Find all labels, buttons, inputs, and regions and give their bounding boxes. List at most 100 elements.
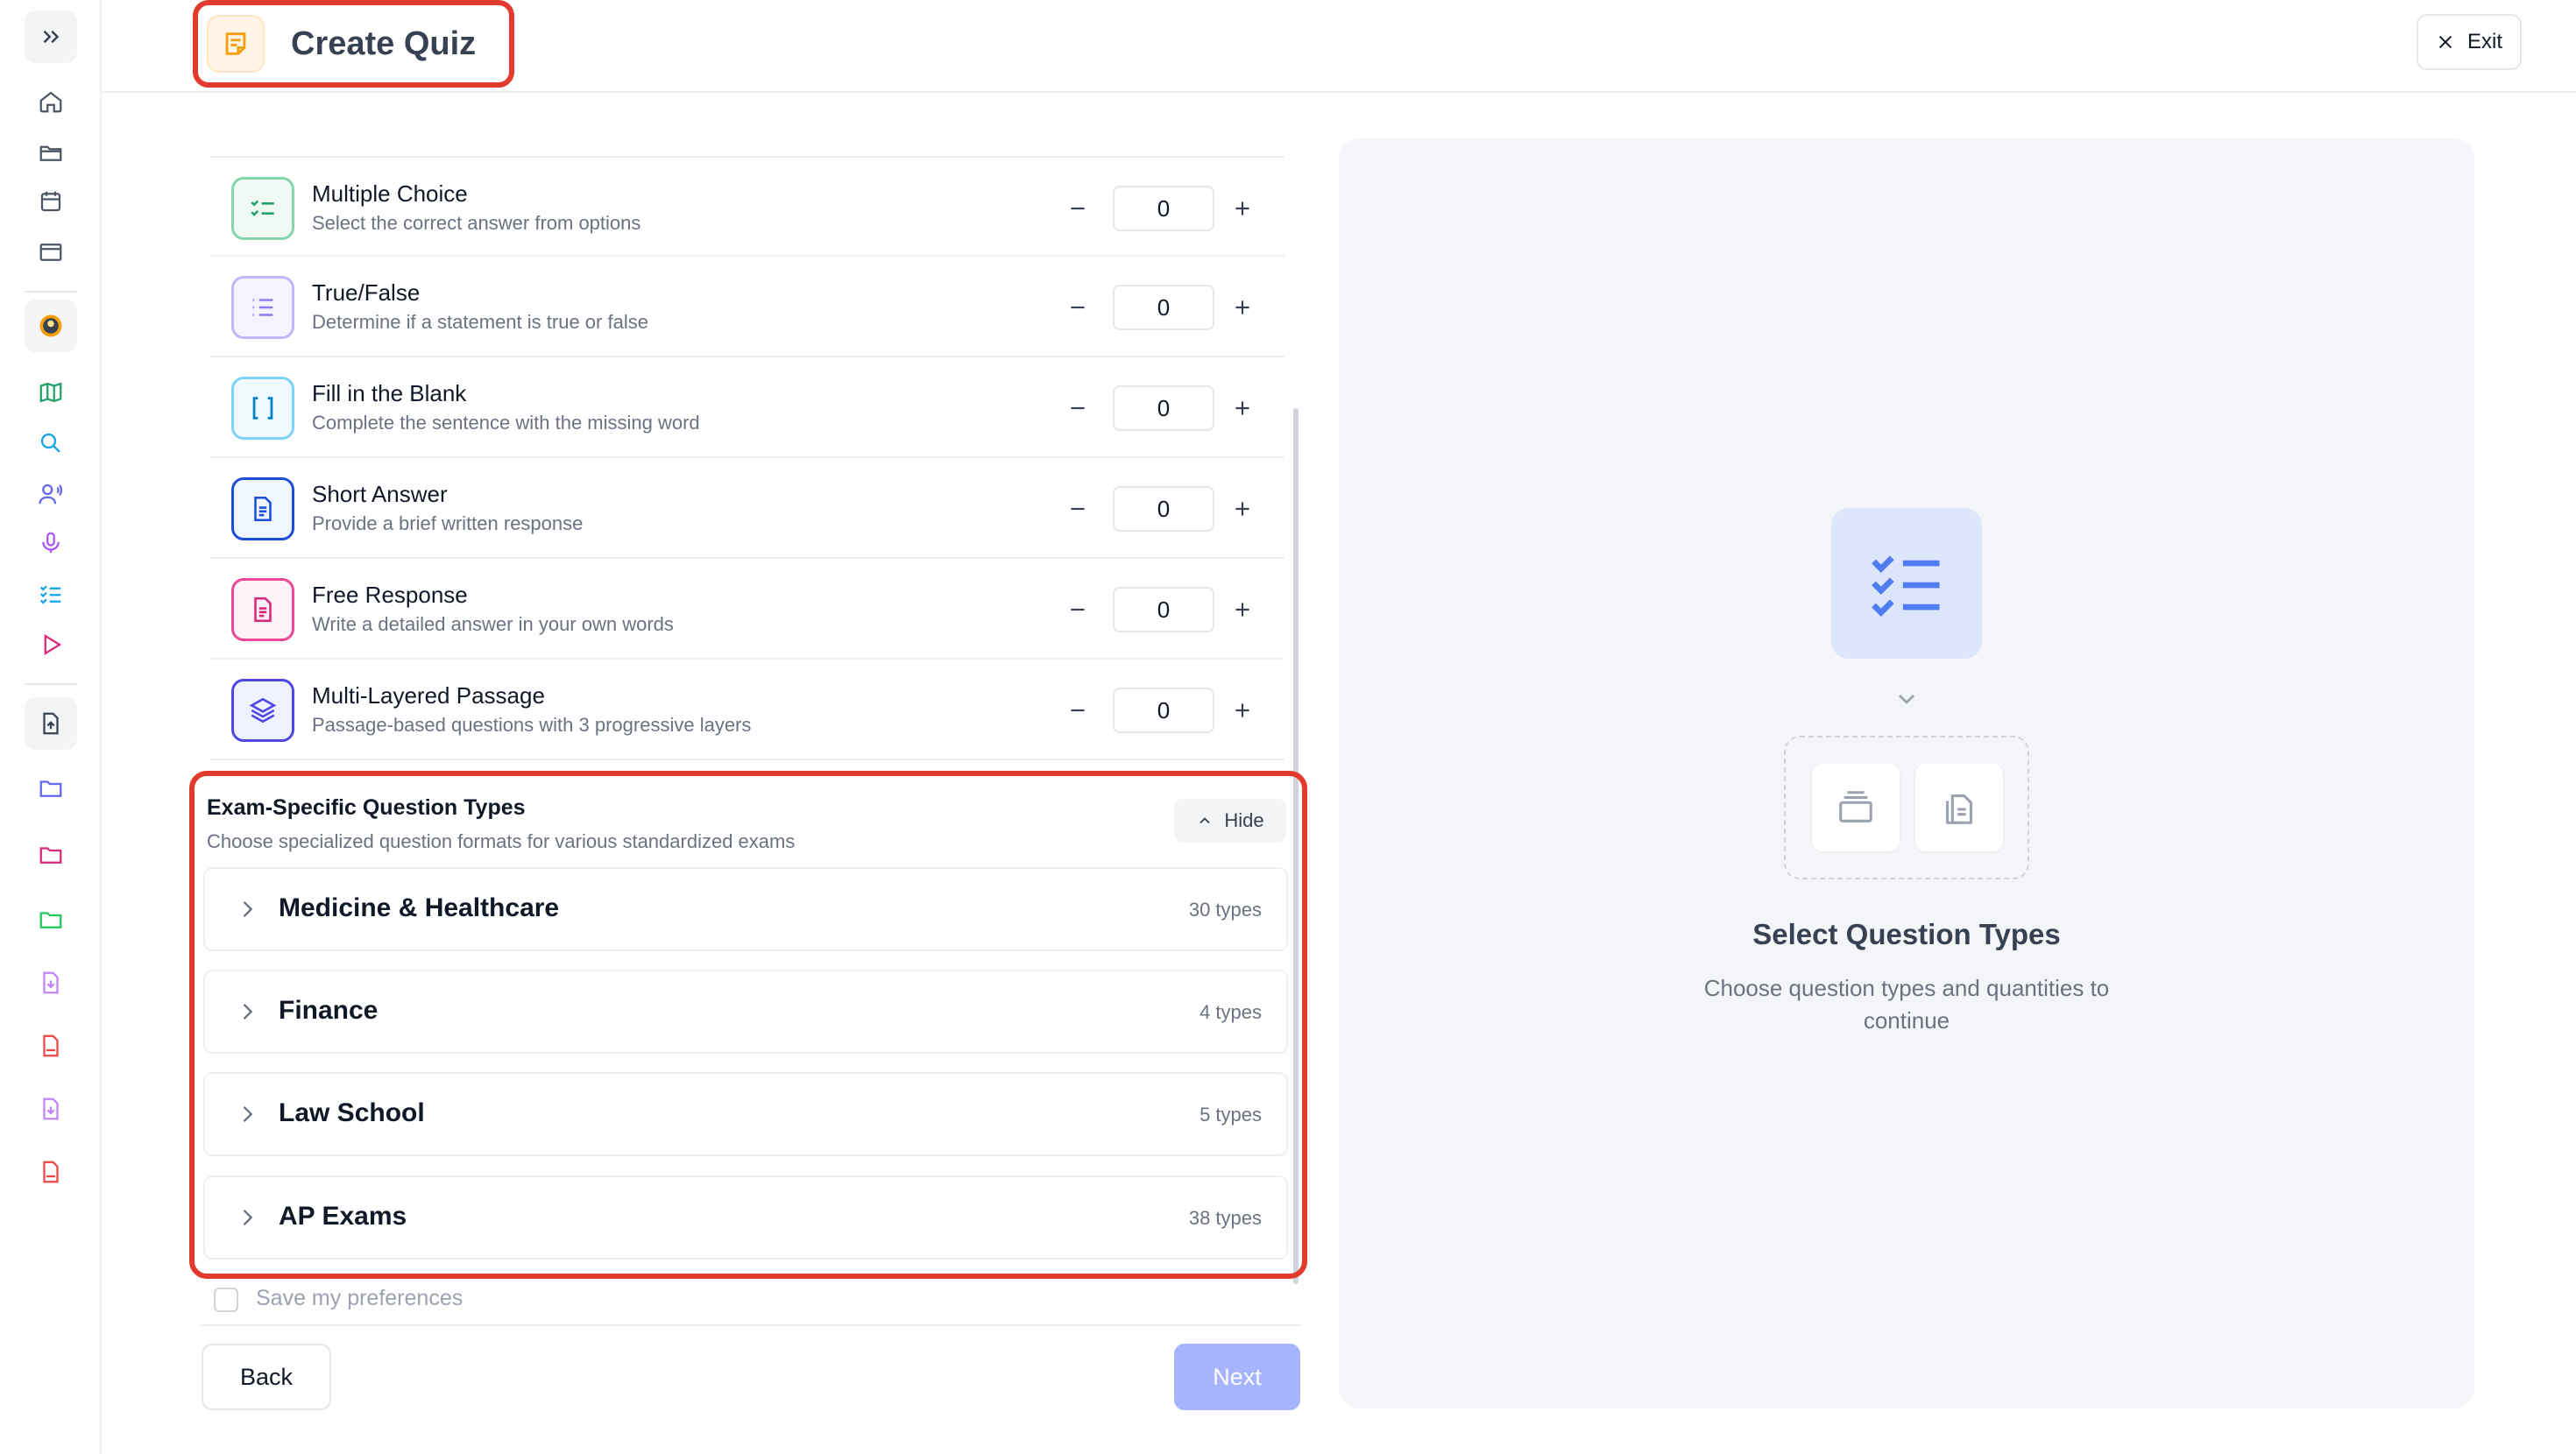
section-subtitle: Choose specialized question formats for … [207, 830, 796, 852]
document-download-icon[interactable] [25, 1083, 77, 1135]
exam-category-ap-exams[interactable]: AP Exams 38 types [203, 1175, 1288, 1260]
quantity-input[interactable]: 0 [1113, 486, 1214, 532]
back-button[interactable]: Back [202, 1344, 331, 1410]
quantity-input[interactable]: 0 [1113, 587, 1214, 632]
save-preferences-label: Save my preferences [256, 1286, 464, 1310]
increment-button[interactable] [1221, 187, 1263, 229]
question-type-row: Free Response Write a detailed answer in… [210, 559, 1284, 660]
decrement-button[interactable] [1057, 387, 1099, 429]
preview-panel: Select Question Types Choose question ty… [1339, 138, 2474, 1408]
exam-specific-section: Exam-Specific Question Types Choose spec… [189, 771, 1307, 1279]
exit-button[interactable]: Exit [2417, 14, 2522, 70]
close-icon [2438, 35, 2452, 49]
quantity-input[interactable]: 0 [1113, 688, 1214, 733]
question-type-desc: Passage-based questions with 3 progressi… [312, 714, 752, 736]
increment-button[interactable] [1221, 387, 1263, 429]
divider [200, 1324, 1302, 1326]
question-type-name: True/False [312, 279, 421, 306]
pdf-icon[interactable] [25, 1020, 77, 1072]
document-download-icon[interactable] [25, 956, 77, 1009]
quantity-input[interactable]: 0 [1113, 285, 1214, 330]
question-type-name: Free Response [312, 582, 468, 608]
chevron-down-icon [1899, 695, 1914, 704]
quantity-input[interactable]: 0 [1113, 385, 1214, 431]
calendar-icon[interactable] [25, 175, 77, 228]
sidebar [0, 0, 102, 1454]
section-title: Exam-Specific Question Types [207, 795, 526, 820]
layers-icon [231, 679, 294, 742]
exam-category-finance[interactable]: Finance 4 types [203, 970, 1288, 1054]
decrement-button[interactable] [1057, 488, 1099, 530]
question-type-name: Fill in the Blank [312, 380, 467, 406]
chevron-up-icon [1200, 817, 1211, 824]
category-name: AP Exams [279, 1202, 407, 1231]
home-icon[interactable] [25, 75, 77, 128]
category-name: Finance [279, 996, 379, 1025]
increment-button[interactable] [1221, 589, 1263, 631]
question-type-desc: Complete the sentence with the missing w… [312, 412, 700, 434]
folder-green-icon[interactable] [25, 893, 77, 946]
quantity-input[interactable]: 0 [1113, 186, 1214, 231]
question-type-row: Multi-Layered Passage Passage-based ques… [210, 660, 1284, 760]
voice-icon[interactable] [25, 468, 77, 520]
category-count: 38 types [1188, 1207, 1262, 1229]
hide-label: Hide [1224, 809, 1264, 831]
upload-file-icon[interactable] [25, 697, 77, 750]
empty-state-title: Select Question Types [1752, 918, 2061, 950]
decrement-button[interactable] [1057, 589, 1099, 631]
folder-open-icon[interactable] [25, 126, 77, 179]
increment-button[interactable] [1221, 488, 1263, 530]
category-name: Medicine & Healthcare [279, 893, 560, 922]
question-type-row: Multiple Choice Select the correct answe… [210, 156, 1284, 257]
question-type-name: Short Answer [312, 481, 448, 507]
question-type-row: True/False Determine if a statement is t… [210, 257, 1284, 357]
question-type-row: Short Answer Provide a brief written res… [210, 458, 1284, 559]
folder-icon[interactable] [25, 762, 77, 815]
decrement-button[interactable] [1057, 286, 1099, 328]
category-count: 4 types [1200, 1001, 1262, 1023]
question-type-desc: Write a detailed answer in your own word… [312, 613, 674, 635]
increment-button[interactable] [1221, 286, 1263, 328]
page-title-group: Create Quiz [193, 0, 515, 88]
empty-state-subtitle: Choose question types and quantities to … [1703, 975, 2110, 1034]
pdf-icon[interactable] [25, 1146, 77, 1198]
page-title: Create Quiz [291, 25, 477, 62]
chevron-right-icon [243, 901, 253, 917]
question-type-name: Multiple Choice [312, 180, 468, 207]
category-name: Law School [279, 1098, 425, 1127]
category-count: 30 types [1188, 899, 1262, 921]
folder-pink-icon[interactable] [25, 829, 77, 881]
header: Create Quiz Exit [102, 0, 2576, 93]
quiz-icon [207, 15, 265, 73]
next-button[interactable]: Next [1174, 1344, 1300, 1410]
question-type-desc: Determine if a statement is true or fals… [312, 311, 648, 333]
window-icon[interactable] [25, 226, 77, 279]
question-type-name: Multi-Layered Passage [312, 682, 545, 709]
question-type-row: Fill in the Blank Complete the sentence … [210, 357, 1284, 458]
question-type-desc: Provide a brief written response [312, 512, 584, 534]
question-type-desc: Select the correct answer from options [312, 212, 641, 234]
list-icon [231, 276, 294, 339]
exam-category-medicine[interactable]: Medicine & Healthcare 30 types [203, 867, 1288, 951]
checklist-icon [1831, 508, 1982, 659]
microphone-icon[interactable] [25, 517, 77, 569]
play-icon[interactable] [25, 618, 77, 671]
decrement-button[interactable] [1057, 187, 1099, 229]
documents-icon [1915, 764, 2003, 851]
checklist-icon[interactable] [25, 568, 77, 620]
map-icon[interactable] [25, 366, 77, 419]
decrement-button[interactable] [1057, 689, 1099, 731]
category-count: 5 types [1200, 1104, 1262, 1126]
chevron-right-icon [243, 1004, 253, 1020]
chevron-right-icon [243, 1210, 253, 1225]
checklist-icon [231, 177, 294, 240]
chat-icon[interactable] [25, 417, 77, 469]
exam-category-law-school[interactable]: Law School 5 types [203, 1072, 1288, 1156]
expand-sidebar-icon[interactable] [25, 11, 77, 63]
increment-button[interactable] [1221, 689, 1263, 731]
save-preferences-checkbox[interactable] [214, 1288, 238, 1312]
placeholder-box [1784, 736, 2029, 879]
hide-button[interactable]: Hide [1174, 799, 1286, 843]
avatar-icon[interactable] [25, 300, 77, 352]
stack-icon [1812, 764, 1900, 851]
